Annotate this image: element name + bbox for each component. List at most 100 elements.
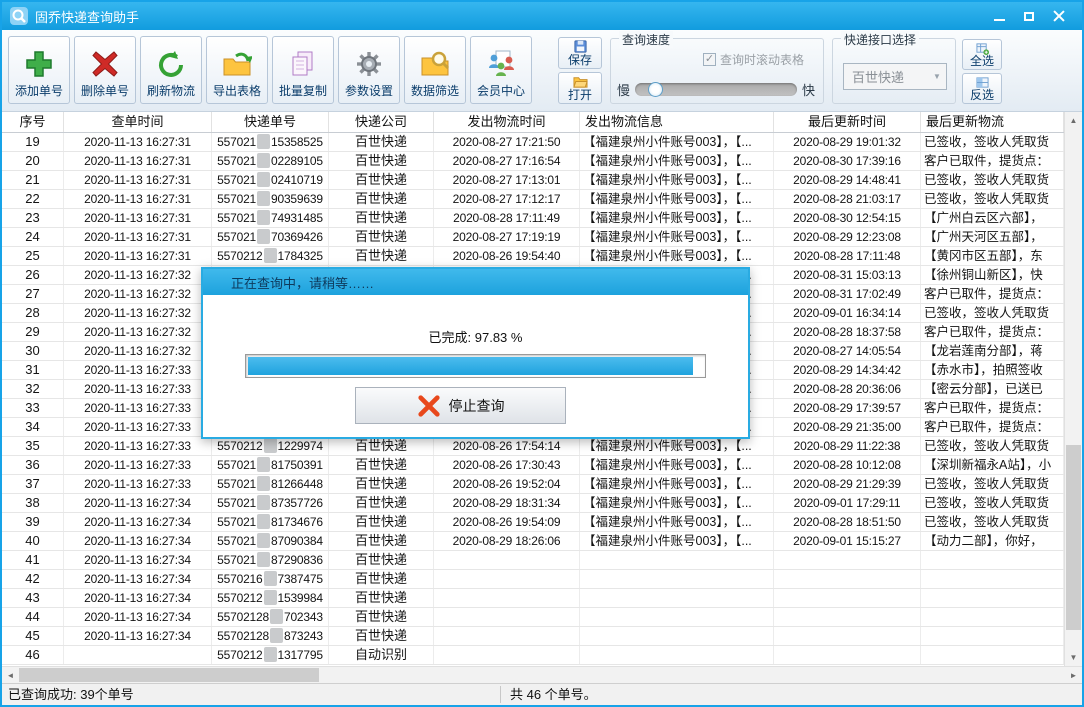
- cell-update-time: 2020-08-29 14:48:41: [774, 171, 921, 189]
- table-row[interactable]: 232020-11-13 16:27:3155702174931485百世快递2…: [2, 209, 1064, 228]
- titlebar: 固乔快递查询助手: [2, 2, 1082, 30]
- table-row[interactable]: 422020-11-13 16:27:3455702167387475百世快递: [2, 570, 1064, 589]
- speed-slider-thumb[interactable]: [648, 82, 663, 97]
- cell-sent-time: 2020-08-27 17:21:50: [434, 133, 580, 151]
- add-tracking-button[interactable]: 添加单号: [8, 36, 70, 104]
- chevron-down-icon: ▼: [928, 72, 946, 81]
- cell-update-time: 2020-08-29 12:23:08: [774, 228, 921, 246]
- header-sent-time[interactable]: 发出物流时间: [434, 112, 580, 132]
- cell-update-time: 2020-09-01 17:29:11: [774, 494, 921, 512]
- cell-query-time: 2020-11-13 16:27:31: [64, 190, 212, 208]
- speed-slider[interactable]: [635, 83, 797, 96]
- cell-index: 26: [2, 266, 64, 284]
- cell-update-time: [774, 570, 921, 588]
- cell-sent-time: 2020-08-27 17:13:01: [434, 171, 580, 189]
- cell-company: 百世快递: [329, 532, 434, 550]
- batch-copy-button[interactable]: 批量复制: [272, 36, 334, 104]
- cell-tracking-number: 55702115358525: [212, 133, 329, 151]
- refresh-logistics-button[interactable]: 刷新物流: [140, 36, 202, 104]
- cell-sent-info: [580, 646, 774, 664]
- minimize-button[interactable]: [984, 5, 1014, 27]
- cell-company: 百世快递: [329, 171, 434, 189]
- scroll-right-icon[interactable]: ►: [1065, 667, 1082, 684]
- cell-sent-time: [434, 646, 580, 664]
- horizontal-scrollbar[interactable]: ◄ ►: [2, 666, 1082, 683]
- header-tracking-number[interactable]: 快递单号: [212, 112, 329, 132]
- express-company-select[interactable]: 百世快递 ▼: [843, 63, 947, 90]
- table-row[interactable]: 372020-11-13 16:27:3355702181266448百世快递2…: [2, 475, 1064, 494]
- table-row[interactable]: 352020-11-13 16:27:3355702121229974百世快递2…: [2, 437, 1064, 456]
- delete-tracking-button[interactable]: 删除单号: [74, 36, 136, 104]
- header-update-time[interactable]: 最后更新时间: [774, 112, 921, 132]
- cell-update-info: 客户已取件，提货点：: [921, 418, 1064, 436]
- cell-update-info: 【广州白云区六部】，: [921, 209, 1064, 227]
- table-row[interactable]: 442020-11-13 16:27:3455702128702343百世快递: [2, 608, 1064, 627]
- cell-query-time: 2020-11-13 16:27:32: [64, 304, 212, 322]
- cell-sent-info: 【福建泉州小件账号003】，【...: [580, 247, 774, 265]
- cell-sent-info: [580, 608, 774, 626]
- horizontal-scrollbar-thumb[interactable]: [19, 668, 319, 682]
- header-index[interactable]: 序号: [2, 112, 64, 132]
- table-row[interactable]: 4655702121317795自动识别: [2, 646, 1064, 665]
- stop-query-button[interactable]: 停止查询: [355, 387, 566, 424]
- cell-tracking-number: 55702128873243: [212, 627, 329, 645]
- data-filter-button[interactable]: 数据筛选: [404, 36, 466, 104]
- table-row[interactable]: 412020-11-13 16:27:3455702187290836百世快递: [2, 551, 1064, 570]
- cell-index: 21: [2, 171, 64, 189]
- open-button[interactable]: 打开: [558, 72, 602, 104]
- close-button[interactable]: [1044, 5, 1074, 27]
- table-row[interactable]: 392020-11-13 16:27:3455702181734676百世快递2…: [2, 513, 1064, 532]
- cell-update-info: 客户已取件，提货点：: [921, 285, 1064, 303]
- status-divider: [500, 686, 501, 703]
- censored-digits: [257, 533, 270, 548]
- table-row[interactable]: 452020-11-13 16:27:3455702128873243百世快递: [2, 627, 1064, 646]
- cell-company: 百世快递: [329, 494, 434, 512]
- header-update-info[interactable]: 最后更新物流: [921, 112, 1064, 132]
- cell-index: 23: [2, 209, 64, 227]
- save-button[interactable]: 保存: [558, 37, 602, 69]
- scroll-up-icon[interactable]: ▲: [1065, 112, 1082, 129]
- cell-index: 20: [2, 152, 64, 170]
- table-row[interactable]: 192020-11-13 16:27:3155702115358525百世快递2…: [2, 133, 1064, 152]
- maximize-button[interactable]: [1014, 5, 1044, 27]
- cell-sent-time: [434, 570, 580, 588]
- header-company[interactable]: 快递公司: [329, 112, 434, 132]
- cell-update-info: 【广州天河区五部】，: [921, 228, 1064, 246]
- invert-selection-button[interactable]: 反选: [962, 73, 1002, 104]
- member-center-button[interactable]: 会员中心: [470, 36, 532, 104]
- vertical-scrollbar[interactable]: ▲ ▼: [1064, 112, 1082, 666]
- table-row[interactable]: 432020-11-13 16:27:3455702121539984百世快递: [2, 589, 1064, 608]
- table-row[interactable]: 242020-11-13 16:27:3155702170369426百世快递2…: [2, 228, 1064, 247]
- cell-query-time: 2020-11-13 16:27:31: [64, 133, 212, 151]
- table-row[interactable]: 382020-11-13 16:27:3455702187357726百世快递2…: [2, 494, 1064, 513]
- scroll-left-icon[interactable]: ◄: [2, 667, 19, 684]
- table-row[interactable]: 212020-11-13 16:27:3155702102410719百世快递2…: [2, 171, 1064, 190]
- header-query-time[interactable]: 查单时间: [64, 112, 212, 132]
- cell-sent-info: 【福建泉州小件账号003】，【...: [580, 190, 774, 208]
- censored-digits: [257, 191, 270, 206]
- censored-digits: [257, 153, 270, 168]
- cell-tracking-number: 55702121317795: [212, 646, 329, 664]
- scroll-down-icon[interactable]: ▼: [1065, 649, 1082, 666]
- scroll-table-checkbox[interactable]: ✓ 查询时滚动表格: [703, 51, 804, 68]
- cell-company: 百世快递: [329, 152, 434, 170]
- select-all-button[interactable]: 全选: [962, 39, 1002, 70]
- table-row[interactable]: 252020-11-13 16:27:3155702121784325百世快递2…: [2, 247, 1064, 266]
- batch-copy-label: 批量复制: [279, 82, 327, 99]
- cell-update-time: 2020-08-29 19:01:32: [774, 133, 921, 151]
- table-row[interactable]: 222020-11-13 16:27:3155702190359639百世快递2…: [2, 190, 1064, 209]
- header-sent-info[interactable]: 发出物流信息: [580, 112, 774, 132]
- cell-query-time: 2020-11-13 16:27:34: [64, 589, 212, 607]
- cell-update-info: [921, 570, 1064, 588]
- cell-sent-info: [580, 589, 774, 607]
- vertical-scrollbar-thumb[interactable]: [1066, 445, 1081, 630]
- cell-update-time: 2020-08-31 15:03:13: [774, 266, 921, 284]
- censored-digits: [257, 229, 270, 244]
- settings-button[interactable]: 参数设置: [338, 36, 400, 104]
- export-table-button[interactable]: 导出表格: [206, 36, 268, 104]
- table-row[interactable]: 402020-11-13 16:27:3455702187090384百世快递2…: [2, 532, 1064, 551]
- table-row[interactable]: 362020-11-13 16:27:3355702181750391百世快递2…: [2, 456, 1064, 475]
- cell-update-time: 2020-09-01 16:34:14: [774, 304, 921, 322]
- cell-query-time: 2020-11-13 16:27:33: [64, 418, 212, 436]
- table-row[interactable]: 202020-11-13 16:27:3155702102289105百世快递2…: [2, 152, 1064, 171]
